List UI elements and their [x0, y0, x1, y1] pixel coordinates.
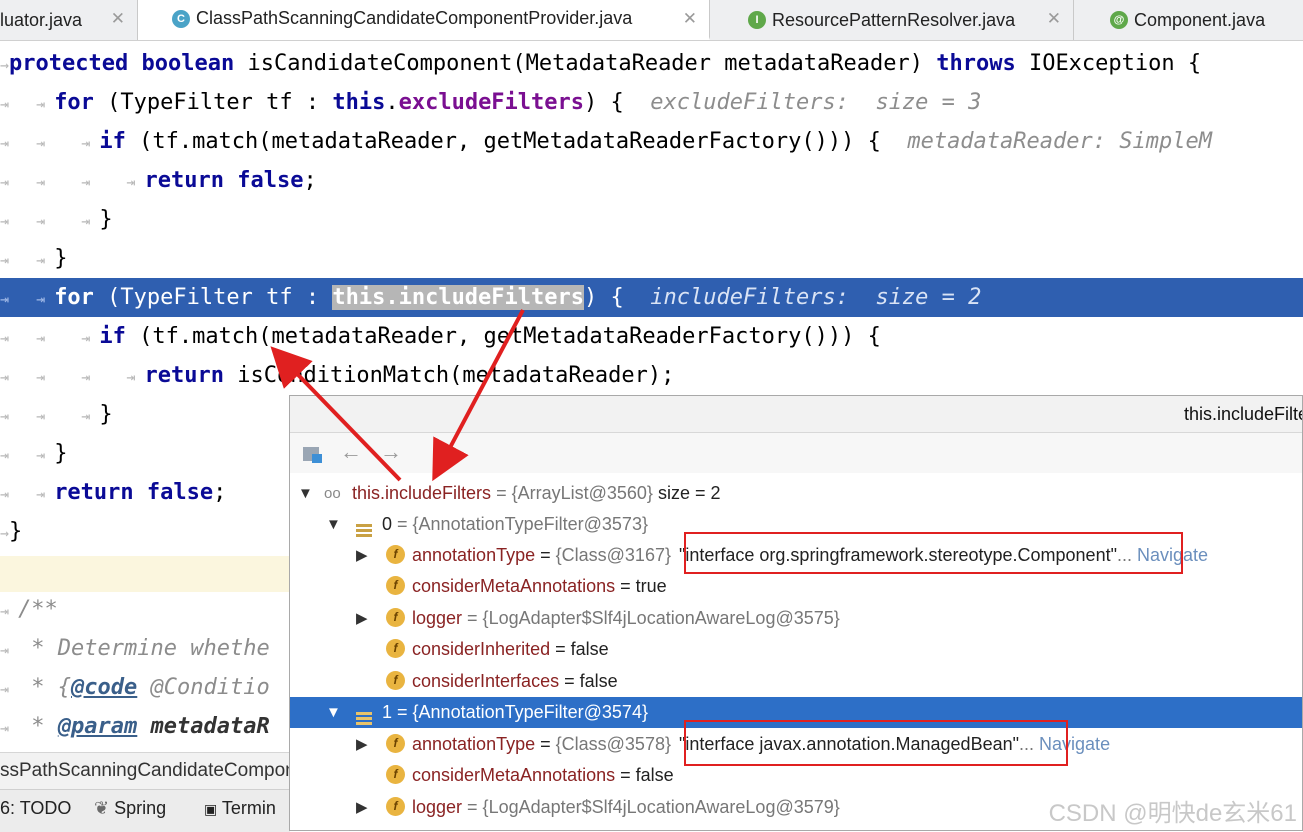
javadoc-line: ⇥ /** — [0, 597, 58, 622]
tab-label: luator.java — [0, 9, 83, 30]
code-line-current: ⇥ ⇥ for (TypeFilter tf : this.includeFil… — [0, 278, 1303, 317]
inline-debug-hint: metadataReader: SimpleM — [907, 129, 1212, 154]
chevron-down-icon[interactable]: ▼ — [326, 509, 341, 540]
object-icon[interactable] — [302, 444, 324, 464]
javadoc-line: ⇥ * Determine whethe — [0, 636, 270, 661]
spring-tool-button[interactable]: ❦ Spring — [94, 798, 166, 819]
close-icon[interactable]: ✕ — [111, 9, 125, 29]
chevron-down-icon[interactable]: ▼ — [326, 697, 341, 728]
structure-breadcrumb[interactable]: ssPathScanningCandidateCompon — [0, 752, 290, 789]
highlight-box — [684, 532, 1183, 574]
terminal-icon: ▣ — [204, 801, 218, 817]
tree-node-field[interactable]: ▶ f logger = {LogAdapter$Slf4jLocationAw… — [290, 603, 1302, 634]
tab-classpathscanning[interactable]: C ClassPathScanningCandidateComponentPro… — [138, 0, 710, 40]
chevron-down-icon[interactable]: ▼ — [298, 478, 313, 509]
field-icon: f — [386, 639, 405, 658]
tree-node-field[interactable]: f considerInterfaces = false — [290, 666, 1302, 697]
field-icon: f — [386, 671, 405, 690]
back-arrow-icon[interactable]: ← — [340, 439, 362, 465]
popup-toolbar: ← → — [290, 433, 1302, 473]
watch-glasses-icon: oo — [324, 485, 341, 502]
javadoc-line: ⇥ * {@code @Conditio — [0, 675, 270, 700]
class-icon: C — [172, 9, 190, 28]
code-line-4: ⇥ ⇥ ⇥ ⇥ return false; — [0, 168, 317, 193]
chevron-right-icon[interactable]: ▶ — [356, 792, 368, 823]
code-line-1: →protected boolean isCandidateComponent(… — [0, 51, 1202, 76]
tab-evaluator[interactable]: luator.java ✕ — [0, 0, 138, 40]
selected-expression: this.includeFilters — [332, 285, 585, 310]
tab-label: Component.java — [1134, 9, 1266, 30]
field-icon: f — [386, 734, 405, 753]
code-line-5: ⇥ ⇥ ⇥ } — [0, 207, 113, 232]
tab-component[interactable]: @ Component.java — [1074, 0, 1303, 40]
forward-arrow-icon[interactable]: → — [380, 439, 402, 465]
tab-label: ResourcePatternResolver.java — [772, 9, 1016, 30]
javadoc-line: ⇥ * @param metadataR — [0, 714, 270, 739]
chevron-right-icon[interactable]: ▶ — [356, 603, 368, 634]
tool-window-bar: 6: TODO ❦ Spring ▣ Termin — [0, 789, 290, 832]
inline-debug-hint: includeFilters: size = 2 — [650, 285, 982, 310]
field-icon: f — [386, 765, 405, 784]
inline-debug-hint: excludeFilters: size = 3 — [650, 90, 982, 115]
tab-label: ClassPathScanningCandidateComponentProvi… — [196, 8, 633, 28]
watermark: CSDN @明快de玄米61 — [1048, 800, 1297, 827]
code-line-2: ⇥ ⇥ for (TypeFilter tf : this.excludeFil… — [0, 90, 982, 115]
annotation-icon: @ — [1110, 11, 1128, 29]
popup-title-bar: this.includeFilte — [290, 396, 1302, 433]
close-icon[interactable]: ✕ — [1047, 9, 1061, 29]
close-icon[interactable]: ✕ — [683, 9, 697, 29]
tree-node-field[interactable]: f considerInherited = false — [290, 634, 1302, 665]
code-line-8: ⇥ ⇥ ⇥ if (tf.match(metadataReader, getMe… — [0, 324, 881, 349]
terminal-tool-button[interactable]: ▣ Termin — [204, 798, 276, 819]
tab-resourcepatternresolver[interactable]: I ResourcePatternResolver.java ✕ — [710, 0, 1074, 40]
tree-node-field[interactable]: f considerMetaAnnotations = true — [290, 571, 1302, 602]
chevron-right-icon[interactable]: ▶ — [356, 729, 368, 760]
field-icon: f — [386, 608, 405, 627]
field-icon: f — [386, 545, 405, 564]
field-icon: f — [386, 797, 405, 816]
chevron-right-icon[interactable]: ▶ — [356, 540, 368, 571]
interface-icon: I — [748, 11, 766, 29]
tree-node-root[interactable]: ▼ oo this.includeFilters = {ArrayList@35… — [290, 478, 1302, 509]
field-icon: f — [386, 576, 405, 595]
code-line-3: ⇥ ⇥ ⇥ if (tf.match(metadataReader, getMe… — [0, 129, 1212, 154]
code-line-9: ⇥ ⇥ ⇥ ⇥ return isConditionMatch(metadata… — [0, 363, 675, 388]
highlight-box — [684, 720, 1068, 766]
editor-tab-bar: luator.java ✕ C ClassPathScanningCandida… — [0, 0, 1303, 41]
todo-tool-button[interactable]: 6: TODO — [0, 798, 71, 819]
spring-leaf-icon: ❦ — [94, 798, 110, 818]
code-line-6: ⇥ ⇥ } — [0, 246, 68, 271]
